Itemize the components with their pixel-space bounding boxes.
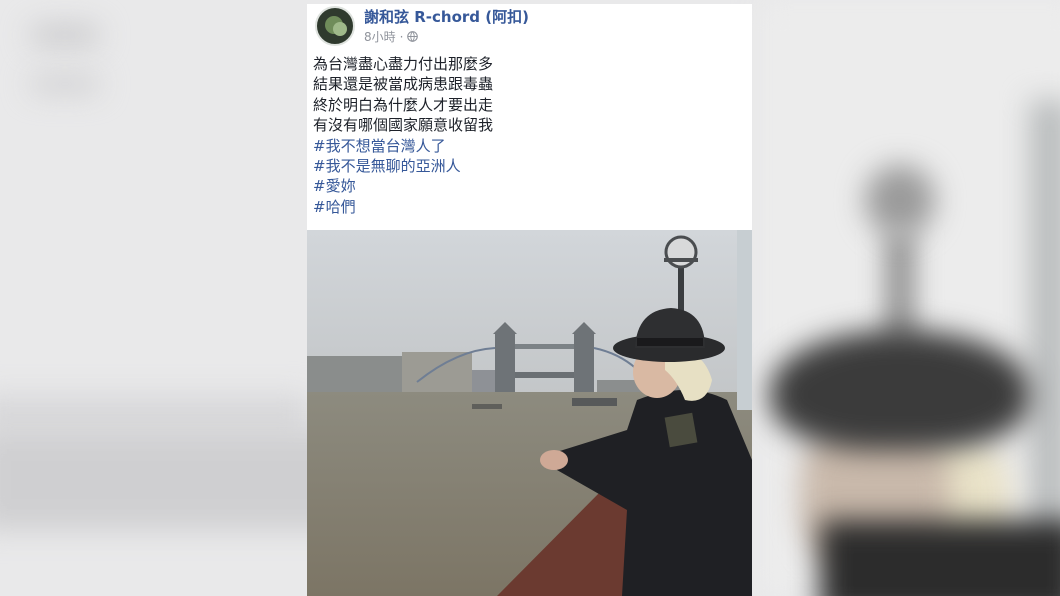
hashtag-link[interactable]: #我不是無聊的亞洲人 <box>313 156 743 176</box>
hashtag-link[interactable]: #哈們 <box>313 197 743 217</box>
hashtag-link[interactable]: #愛妳 <box>313 176 743 196</box>
post-body: 為台灣盡心盡力付出那麼多 結果還是被當成病患跟毒蟲 終於明白為什麼人才要出走 有… <box>313 54 743 217</box>
post-meta: 8小時 · <box>364 28 419 45</box>
post-text-line: 有沒有哪個國家願意收留我 <box>313 116 494 135</box>
post-header: 謝和弦 R-chord (阿扣) 8小時 · <box>307 4 752 56</box>
post-timestamp[interactable]: 8小時 <box>364 28 396 45</box>
post-photo[interactable] <box>307 230 752 596</box>
meta-separator: · <box>399 29 404 44</box>
post-text-line: 終於明白為什麼人才要出走 <box>313 95 494 114</box>
globe-icon[interactable] <box>407 31 419 42</box>
post-text-line: 結果還是被當成病患跟毒蟲 <box>313 75 494 94</box>
hashtag-link[interactable]: #我不想當台灣人了 <box>313 136 743 156</box>
avatar[interactable] <box>315 6 355 46</box>
facebook-post: 謝和弦 R-chord (阿扣) 8小時 · 為台灣盡心盡力付出那麼多 結果還是… <box>307 4 752 596</box>
post-text-line: 為台灣盡心盡力付出那麼多 <box>313 55 494 73</box>
author-name[interactable]: 謝和弦 R-chord (阿扣) <box>364 6 529 27</box>
